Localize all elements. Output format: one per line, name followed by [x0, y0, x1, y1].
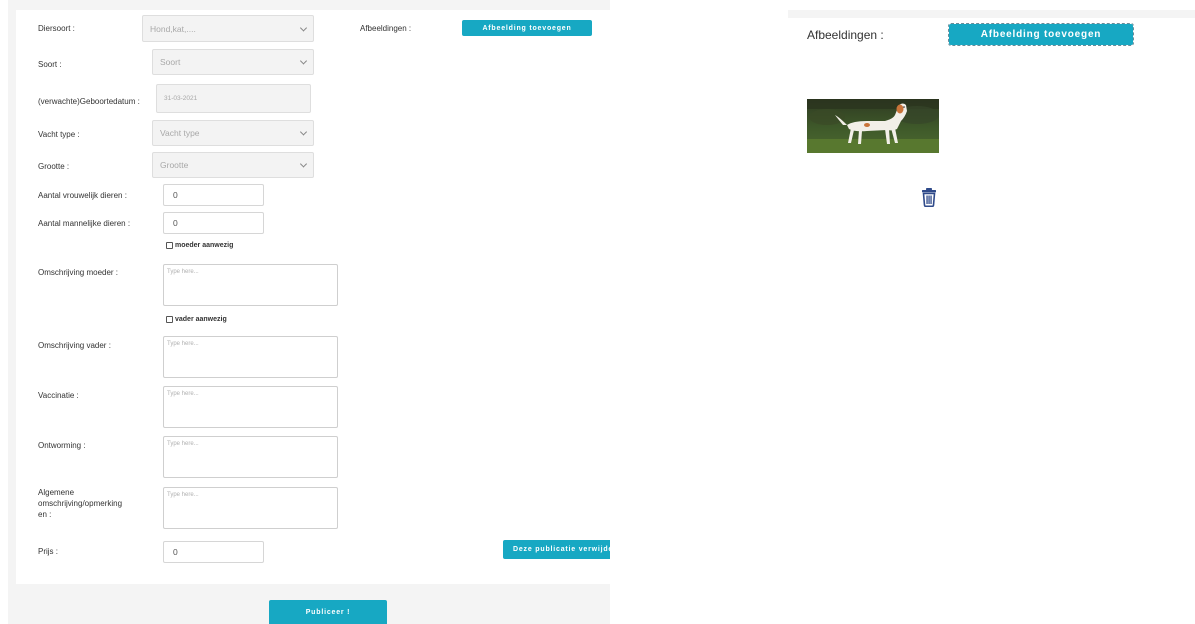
soort-label: Soort :: [38, 60, 62, 69]
ontworming-textarea[interactable]: Type here...: [163, 436, 338, 478]
algemene-textarea[interactable]: Type here...: [163, 487, 338, 529]
ontworming-placeholder: Type here...: [167, 441, 199, 447]
vader-aanwezig-label: vader aanwezig: [175, 316, 227, 323]
delete-publication-button[interactable]: Deze publicatie verwijderen: [503, 540, 610, 559]
vaccinatie-textarea[interactable]: Type here...: [163, 386, 338, 428]
omschrijving-moeder-label: Omschrijving moeder :: [38, 268, 119, 277]
aantal-mannelijk-value: 0: [173, 218, 178, 228]
moeder-aanwezig-checkbox[interactable]: moeder aanwezig: [166, 242, 233, 249]
algemene-label-line-3: en :: [38, 510, 52, 519]
add-image-button-large[interactable]: Afbeelding toevoegen: [948, 23, 1134, 46]
vacht-type-select[interactable]: Vacht type: [152, 120, 314, 146]
omschrijving-vader-textarea[interactable]: Type here...: [163, 336, 338, 378]
checkbox-box[interactable]: [166, 316, 173, 323]
omschrijving-vader-label: Omschrijving vader :: [38, 341, 111, 350]
geboortedatum-label: (verwachte)Geboortedatum :: [38, 97, 140, 106]
prijs-input[interactable]: 0: [163, 541, 264, 563]
aantal-vrouwelijk-input[interactable]: 0: [163, 184, 264, 206]
checkbox-box[interactable]: [166, 242, 173, 249]
prijs-label: Prijs :: [38, 547, 58, 556]
geboortedatum-value: 31-03-2021: [164, 95, 198, 102]
images-label: Afbeeldingen :: [360, 24, 412, 33]
grootte-label: Grootte :: [38, 162, 70, 171]
vacht-type-value: Vacht type: [160, 128, 200, 138]
publish-button[interactable]: Publiceer !: [269, 600, 387, 624]
algemene-label: Algemene omschrijving/opmerking en :: [38, 487, 122, 520]
soort-select[interactable]: Soort: [152, 49, 314, 75]
vader-aanwezig-checkbox[interactable]: vader aanwezig: [166, 316, 227, 323]
moeder-aanwezig-label: moeder aanwezig: [175, 242, 234, 249]
vaccinatie-placeholder: Type here...: [167, 391, 199, 397]
trash-icon[interactable]: [920, 187, 938, 208]
grootte-select[interactable]: Grootte: [152, 152, 314, 178]
geboortedatum-input[interactable]: 31-03-2021: [156, 84, 311, 113]
algemene-label-line-1: Algemene: [38, 488, 75, 497]
aantal-mannelijk-label: Aantal mannelijke dieren :: [38, 219, 131, 228]
omschrijving-moeder-placeholder: Type here...: [167, 269, 199, 275]
ontworming-label: Ontworming :: [38, 441, 86, 450]
vacht-type-label: Vacht type :: [38, 130, 80, 139]
algemene-label-line-2: omschrijving/opmerking: [38, 499, 123, 508]
right-top-bar: [788, 10, 1195, 18]
aantal-vrouwelijk-value: 0: [173, 190, 178, 200]
grootte-value: Grootte: [160, 160, 189, 170]
prijs-value: 0: [173, 547, 178, 557]
omschrijving-moeder-textarea[interactable]: Type here...: [163, 264, 338, 306]
aantal-vrouwelijk-label: Aantal vrouwelijk dieren :: [38, 191, 127, 200]
soort-value: Soort: [160, 57, 181, 67]
images-label-large: Afbeeldingen :: [807, 28, 884, 42]
algemene-placeholder: Type here...: [167, 492, 199, 498]
add-image-button[interactable]: Afbeelding toevoegen: [462, 20, 592, 36]
diersoort-label: Diersoort :: [38, 24, 75, 33]
diersoort-select[interactable]: Hond,kat,....: [142, 15, 314, 42]
aantal-mannelijk-input[interactable]: 0: [163, 212, 264, 234]
dog-image: [807, 99, 939, 153]
omschrijving-vader-placeholder: Type here...: [167, 341, 199, 347]
vaccinatie-label: Vaccinatie :: [38, 391, 79, 400]
form-panel: Diersoort : Hond,kat,.... Afbeeldingen :…: [8, 0, 610, 624]
form-card: Diersoort : Hond,kat,.... Afbeeldingen :…: [16, 10, 610, 584]
diersoort-value: Hond,kat,....: [150, 23, 196, 34]
